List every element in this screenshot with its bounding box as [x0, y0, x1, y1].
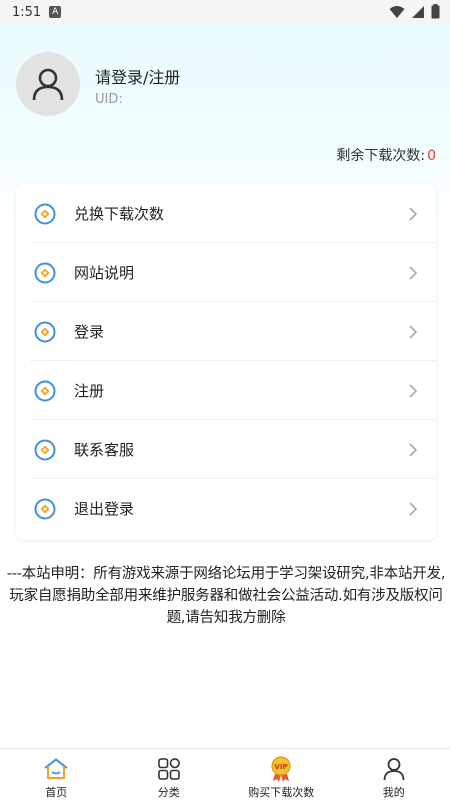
tab-label: 首页 — [45, 784, 67, 800]
bottom-tab-bar: 首页 分类 VIP 购买下载次数 — [0, 748, 450, 801]
menu-item-label: 联系客服 — [74, 439, 134, 460]
diamond-circle-icon — [34, 439, 56, 461]
tab-home[interactable]: 首页 — [0, 749, 113, 801]
diamond-circle-icon — [34, 498, 56, 520]
downloads-remaining-label: 剩余下载次数: — [336, 148, 425, 164]
tab-category[interactable]: 分类 — [113, 749, 226, 801]
tab-buy-downloads[interactable]: VIP 购买下载次数 — [225, 749, 338, 801]
menu-item-redeem-downloads[interactable]: 兑换下载次数 — [16, 184, 436, 243]
status-time: 1:51 — [12, 5, 41, 20]
tab-mine[interactable]: 我的 — [338, 749, 450, 801]
diamond-circle-icon — [34, 262, 56, 284]
user-avatar-icon — [31, 67, 65, 101]
menu-card: 兑换下载次数 网站说明 登录 — [16, 184, 436, 540]
menu-item-login[interactable]: 登录 — [16, 302, 436, 361]
site-disclaimer: ---本站申明：所有游戏来源于网络论坛用于学习架设研究,非本站开发,玩家自愿捐助… — [6, 563, 446, 629]
diamond-circle-icon — [34, 321, 56, 343]
user-icon — [382, 757, 406, 781]
avatar[interactable] — [16, 52, 80, 116]
svg-text:VIP: VIP — [275, 763, 288, 771]
uid-label-text: UID: — [95, 92, 123, 107]
menu-item-contact-support[interactable]: 联系客服 — [16, 420, 436, 479]
status-icons — [389, 4, 440, 19]
menu-item-label: 网站说明 — [74, 262, 134, 283]
chevron-right-icon — [408, 501, 418, 517]
uid-label: UID: — [95, 92, 123, 107]
menu-item-label: 登录 — [74, 321, 104, 342]
home-icon — [43, 758, 69, 780]
tab-label: 分类 — [158, 784, 180, 800]
menu-item-register[interactable]: 注册 — [16, 361, 436, 420]
menu-item-site-info[interactable]: 网站说明 — [16, 243, 436, 302]
chevron-right-icon — [408, 206, 418, 222]
chevron-right-icon — [408, 265, 418, 281]
category-grid-icon — [157, 757, 181, 781]
downloads-remaining: 剩余下载次数:0 — [336, 145, 436, 165]
chevron-right-icon — [408, 383, 418, 399]
vip-medal-icon: VIP — [269, 756, 293, 782]
wifi-icon — [389, 5, 405, 19]
tab-label: 我的 — [383, 784, 405, 800]
chevron-right-icon — [408, 324, 418, 340]
battery-icon — [431, 4, 440, 19]
diamond-circle-icon — [34, 380, 56, 402]
chevron-right-icon — [408, 442, 418, 458]
diamond-circle-icon — [34, 203, 56, 225]
login-register-link[interactable]: 请登录/注册 — [95, 64, 180, 88]
status-bar: 1:51 A — [0, 0, 450, 24]
menu-item-label: 退出登录 — [74, 498, 134, 519]
signal-icon — [411, 5, 425, 19]
menu-item-label: 注册 — [74, 380, 104, 401]
menu-item-label: 兑换下载次数 — [74, 203, 164, 224]
menu-item-logout[interactable]: 退出登录 — [16, 479, 436, 538]
notification-app-icon: A — [49, 6, 61, 18]
tab-label: 购买下载次数 — [248, 784, 314, 800]
downloads-remaining-count: 0 — [427, 148, 436, 164]
